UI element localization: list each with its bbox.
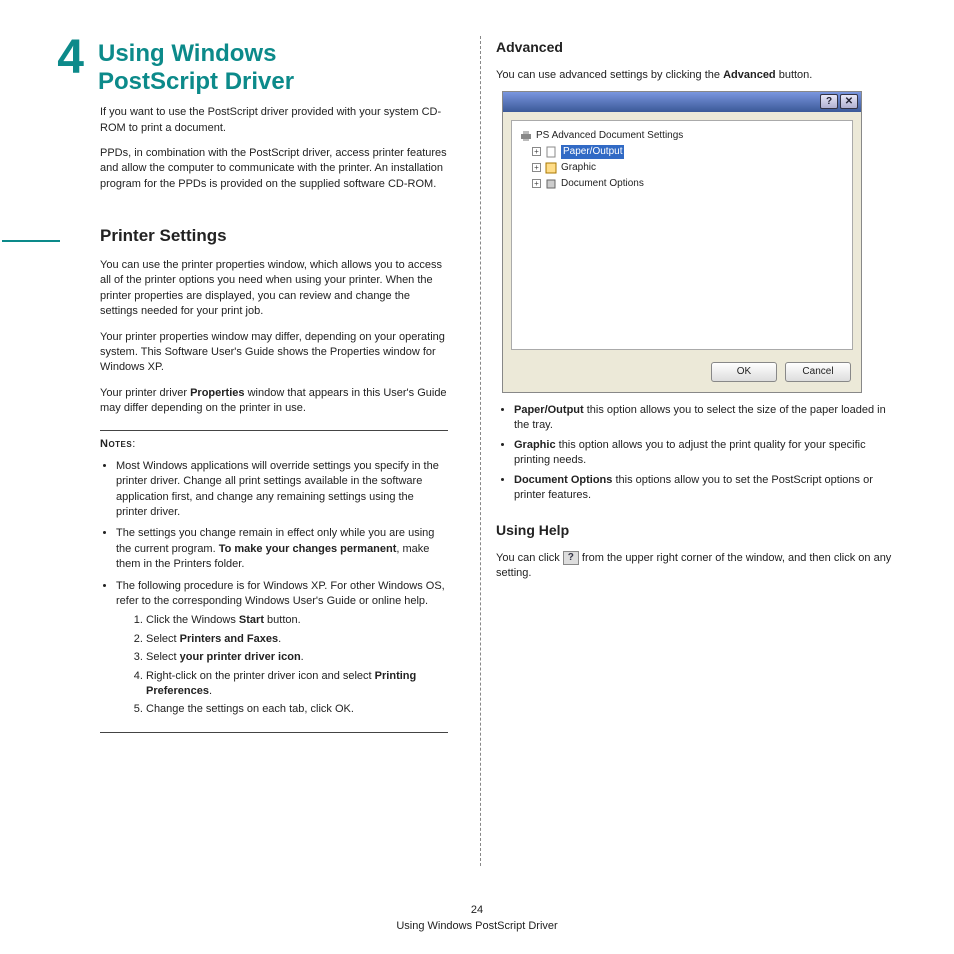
tree-paper-output[interactable]: + Paper/Output: [532, 145, 844, 159]
adv-paper: Paper/Output this option allows you to s…: [514, 403, 902, 434]
dialog-titlebar: ? ✕: [503, 92, 861, 112]
notes-rule-top: [100, 430, 448, 431]
printer-settings-heading: Printer Settings: [100, 224, 448, 248]
advanced-options-list: Paper/Output this option allows you to s…: [496, 403, 902, 503]
notes-list: Most Windows applications will override …: [100, 459, 448, 718]
step-1: Click the Windows Start button.: [146, 613, 448, 628]
column-divider: [480, 36, 481, 866]
page-icon: [545, 146, 557, 158]
page-footer: 24 Using Windows PostScript Driver: [0, 903, 954, 934]
tree-document-options[interactable]: + Document Options: [532, 177, 844, 191]
tree-graphic[interactable]: + Graphic: [532, 161, 844, 175]
ps-para-1: You can use the printer properties windo…: [100, 258, 448, 320]
notes-rule-bottom: [100, 732, 448, 733]
tree-root[interactable]: PS Advanced Document Settings: [520, 129, 844, 143]
dialog-button-row: OK Cancel: [503, 358, 861, 392]
dialog-body: PS Advanced Document Settings + Paper/Ou…: [511, 120, 853, 350]
help-icon: ?: [563, 551, 579, 565]
advanced-intro: You can use advanced settings by clickin…: [496, 68, 902, 83]
help-button[interactable]: ?: [820, 94, 838, 109]
expand-icon[interactable]: +: [532, 179, 541, 188]
step-5: Change the settings on each tab, click O…: [146, 702, 448, 717]
note-1: Most Windows applications will override …: [116, 459, 448, 521]
close-button[interactable]: ✕: [840, 94, 858, 109]
graphic-icon: [545, 162, 557, 174]
doc-options-icon: [545, 178, 557, 190]
expand-icon[interactable]: +: [532, 147, 541, 156]
chapter-header: 4 Using Windows PostScript Driver: [32, 34, 448, 95]
section-rule: [2, 240, 60, 242]
adv-doc: Document Options this options allow you …: [514, 473, 902, 504]
using-help-heading: Using Help: [496, 521, 902, 541]
advanced-heading: Advanced: [496, 38, 902, 58]
notes-label: Notes:: [100, 437, 448, 452]
ok-button[interactable]: OK: [711, 362, 777, 382]
footer-title: Using Windows PostScript Driver: [0, 919, 954, 934]
using-help-text: You can click ? from the upper right cor…: [496, 551, 902, 582]
intro-para-1: If you want to use the PostScript driver…: [100, 105, 448, 136]
printer-icon: [520, 130, 532, 142]
advanced-dialog: ? ✕ PS Advanced Document Settings + Pape…: [502, 91, 862, 393]
cancel-button[interactable]: Cancel: [785, 362, 851, 382]
expand-icon[interactable]: +: [532, 163, 541, 172]
ps-para-3: Your printer driver Properties window th…: [100, 386, 448, 417]
page-number: 24: [0, 903, 954, 918]
note-3: The following procedure is for Windows X…: [116, 579, 448, 718]
step-4: Right-click on the printer driver icon a…: [146, 669, 448, 700]
step-3: Select your printer driver icon.: [146, 650, 448, 665]
intro-para-2: PPDs, in combination with the PostScript…: [100, 146, 448, 192]
note-2: The settings you change remain in effect…: [116, 526, 448, 572]
adv-graphic: Graphic this option allows you to adjust…: [514, 438, 902, 469]
chapter-title: Using Windows PostScript Driver: [98, 40, 294, 95]
chapter-number: 4: [32, 34, 84, 82]
step-2: Select Printers and Faxes.: [146, 632, 448, 647]
ps-para-2: Your printer properties window may diffe…: [100, 330, 448, 376]
steps-list: Click the Windows Start button. Select P…: [116, 613, 448, 717]
